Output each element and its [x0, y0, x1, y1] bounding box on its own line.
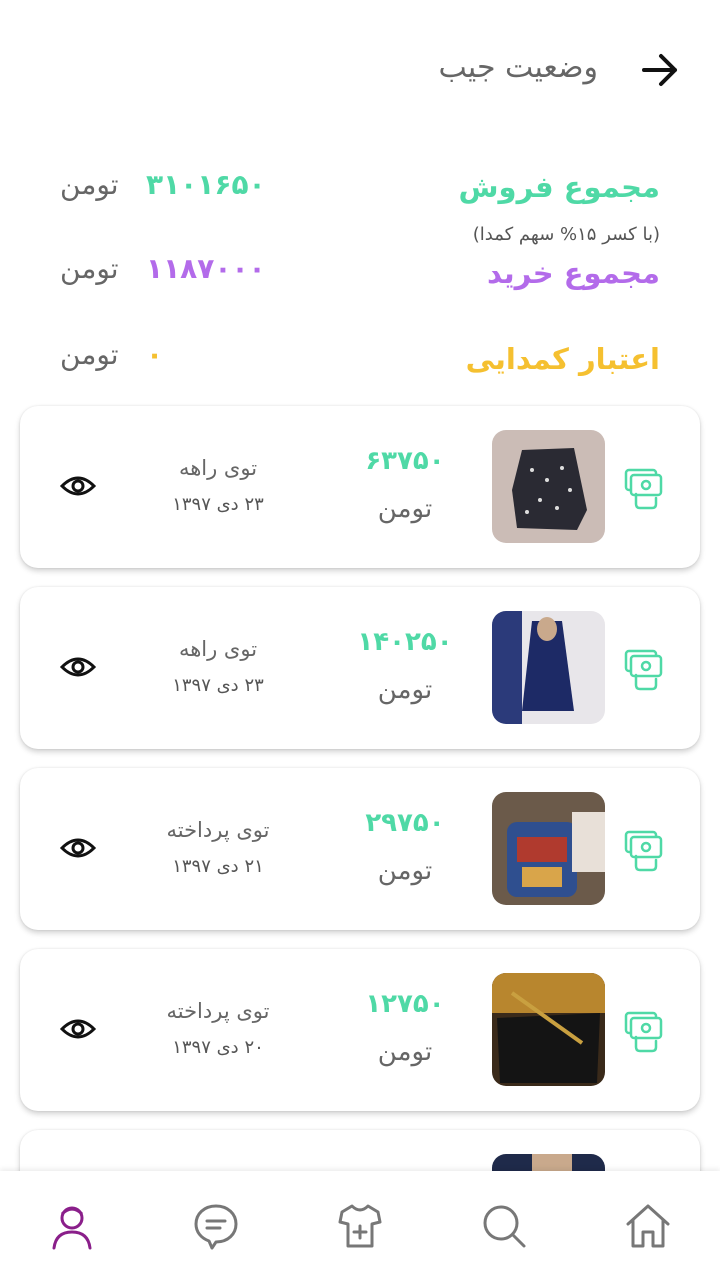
transaction-date: ۲۱ دی ۱۳۹۷: [172, 856, 264, 877]
transaction-card[interactable]: ۱۲۷۵۰ تومن توی پرداخته ۲۰ دی ۱۳۹۷: [20, 949, 700, 1111]
transaction-status: توی پرداخته: [166, 999, 270, 1023]
transaction-status: توی راهه: [178, 456, 258, 480]
transaction-status: توی راهه: [178, 637, 258, 661]
eye-icon[interactable]: [59, 830, 97, 866]
transaction-price: ۱۲۷۵۰: [365, 989, 445, 1019]
purchase-total-value: ۱۱۸۷۰۰۰: [146, 252, 266, 285]
search-icon[interactable]: [479, 1201, 529, 1251]
transaction-price: ۶۳۷۵۰: [365, 446, 445, 476]
eye-icon[interactable]: [59, 1011, 97, 1047]
transaction-card[interactable]: ۶۳۷۵۰ تومن توی راهه ۲۳ دی ۱۳۹۷: [20, 406, 700, 568]
purchase-total-unit: تومن: [60, 252, 119, 285]
transaction-date: ۲۳ دی ۱۳۹۷: [172, 675, 264, 696]
transaction-card[interactable]: ۲۹۷۵۰ تومن توی پرداخته ۲۱ دی ۱۳۹۷: [20, 768, 700, 930]
eye-icon[interactable]: [59, 649, 97, 685]
money-icon: [622, 1007, 666, 1055]
transaction-price: ۱۴۰۲۵۰: [357, 627, 453, 657]
page-title: وضعیت جیب: [438, 50, 598, 85]
money-icon: [622, 826, 666, 874]
transaction-unit: تومن: [377, 1037, 433, 1067]
profile-icon[interactable]: [47, 1201, 97, 1251]
sales-total-note: (با کسر ۱۵% سهم کمدا): [472, 224, 660, 245]
sales-total-value: ۳۱۰۱۶۵۰: [146, 168, 266, 201]
sales-total-unit: تومن: [60, 168, 119, 201]
money-icon: [622, 464, 666, 512]
chat-icon[interactable]: [191, 1201, 241, 1251]
product-thumbnail[interactable]: [492, 430, 605, 543]
transaction-status: توی پرداخته: [166, 818, 270, 842]
transaction-card[interactable]: ۱۴۰۲۵۰ تومن توی راهه ۲۳ دی ۱۳۹۷: [20, 587, 700, 749]
bottom-navigation: [0, 1171, 720, 1280]
transaction-price: ۲۹۷۵۰: [365, 808, 445, 838]
sales-total-label: مجموع فروش: [458, 170, 660, 204]
product-thumbnail[interactable]: [492, 973, 605, 1086]
eye-icon[interactable]: [59, 468, 97, 504]
credit-unit: تومن: [60, 338, 119, 371]
transaction-unit: تومن: [377, 856, 433, 886]
home-icon[interactable]: [623, 1201, 673, 1251]
header: وضعیت جیب: [0, 0, 720, 140]
transaction-list: ۶۳۷۵۰ تومن توی راهه ۲۳ دی ۱۳۹۷ ۱۴۰۲۵۰ تو…: [20, 406, 700, 1209]
transaction-unit: تومن: [377, 494, 433, 524]
purchase-total-label: مجموع خرید: [487, 256, 660, 290]
credit-value: ۰: [146, 338, 164, 371]
add-clothing-icon[interactable]: [335, 1201, 385, 1251]
transaction-date: ۲۰ دی ۱۳۹۷: [172, 1037, 264, 1058]
transaction-unit: تومن: [377, 675, 433, 705]
back-arrow-icon[interactable]: [636, 48, 684, 92]
credit-label: اعتبار کمدایی: [465, 342, 660, 376]
money-icon: [622, 645, 666, 693]
product-thumbnail[interactable]: [492, 792, 605, 905]
product-thumbnail[interactable]: [492, 611, 605, 724]
transaction-date: ۲۳ دی ۱۳۹۷: [172, 494, 264, 515]
